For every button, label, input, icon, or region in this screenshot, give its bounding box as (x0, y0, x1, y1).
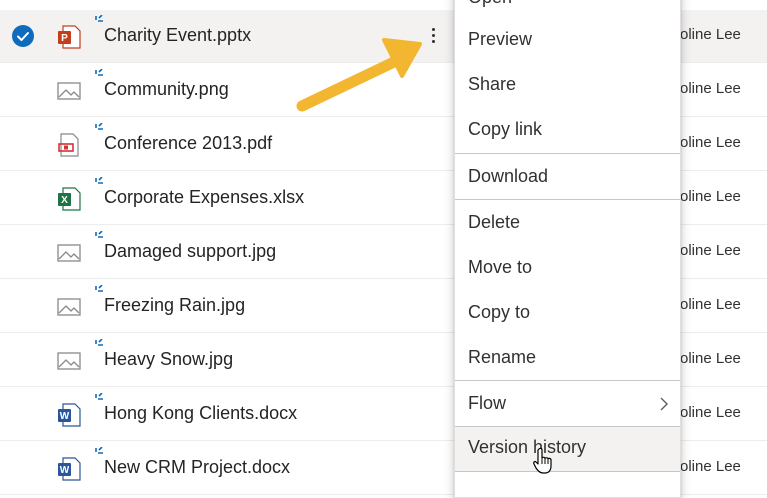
excel-file-icon: X (56, 186, 82, 212)
file-name[interactable]: Charity Event.pptx (104, 25, 251, 46)
modified-by: oline Lee (680, 26, 741, 43)
file-name[interactable]: Corporate Expenses.xlsx (104, 187, 304, 208)
svg-text:X: X (61, 195, 68, 206)
svg-text:P: P (61, 33, 68, 44)
file-name[interactable]: Hong Kong Clients.docx (104, 403, 297, 424)
menu-item-preview[interactable]: Preview (455, 19, 680, 63)
menu-item-rename[interactable]: Rename (455, 337, 680, 381)
modified-by: oline Lee (680, 350, 741, 367)
image-file-icon (56, 78, 82, 104)
svg-text:W: W (60, 465, 70, 476)
menu-separator (455, 380, 680, 381)
file-name[interactable]: Freezing Rain.jpg (104, 295, 245, 316)
file-name[interactable]: Conference 2013.pdf (104, 133, 272, 154)
menu-item-version-history[interactable]: Version history (455, 427, 680, 471)
menu-item-copy-link[interactable]: Copy link (455, 109, 680, 153)
image-file-icon (56, 294, 82, 320)
modified-by: oline Lee (680, 134, 741, 151)
menu-item-label: Copy link (468, 119, 543, 139)
menu-item-label: Copy to (468, 302, 531, 322)
menu-item-label: Version history (468, 437, 587, 457)
modified-by: oline Lee (680, 296, 741, 313)
menu-item-share[interactable]: Share (455, 64, 680, 108)
menu-item-label: Share (468, 74, 517, 94)
menu-separator (455, 153, 680, 154)
menu-separator (455, 471, 680, 472)
menu-item-label: Open (468, 0, 512, 8)
modified-by: oline Lee (680, 80, 741, 97)
menu-item-delete[interactable]: Delete (455, 202, 680, 246)
powerpoint-file-icon: P (56, 24, 82, 50)
file-name[interactable]: Damaged support.jpg (104, 241, 276, 262)
file-name[interactable]: Heavy Snow.jpg (104, 349, 233, 370)
menu-item-label: Download (468, 166, 549, 186)
pdf-file-icon (56, 132, 82, 158)
word-file-icon: W (56, 456, 82, 482)
menu-item-flow[interactable]: Flow (455, 383, 680, 427)
menu-item-copy-to[interactable]: Copy to (455, 292, 680, 336)
menu-item-move-to[interactable]: Move to (455, 247, 680, 291)
image-file-icon (56, 348, 82, 374)
menu-item-download[interactable]: Download (455, 156, 680, 200)
hand-cursor-icon (533, 447, 552, 474)
image-file-icon (56, 240, 82, 266)
modified-by: oline Lee (680, 188, 741, 205)
menu-item-label: Rename (468, 347, 537, 367)
context-menu: Open Preview Share Copy link Download De… (454, 0, 681, 498)
menu-item-open[interactable]: Open (455, 0, 680, 21)
chevron-right-icon (660, 397, 668, 411)
file-name[interactable]: Community.png (104, 79, 229, 100)
menu-item-label: Move to (468, 257, 533, 277)
modified-by: oline Lee (680, 404, 741, 421)
file-name[interactable]: New CRM Project.docx (104, 457, 290, 478)
menu-item-label: Preview (468, 29, 533, 49)
menu-separator (455, 199, 680, 200)
selected-checkmark-icon[interactable] (12, 25, 34, 47)
menu-item-label: Flow (468, 393, 507, 413)
modified-by: oline Lee (680, 458, 741, 475)
annotation-arrow-icon (296, 38, 422, 112)
svg-text:W: W (60, 411, 70, 422)
modified-by: oline Lee (680, 242, 741, 259)
word-file-icon: W (56, 402, 82, 428)
menu-item-label: Delete (468, 212, 521, 232)
